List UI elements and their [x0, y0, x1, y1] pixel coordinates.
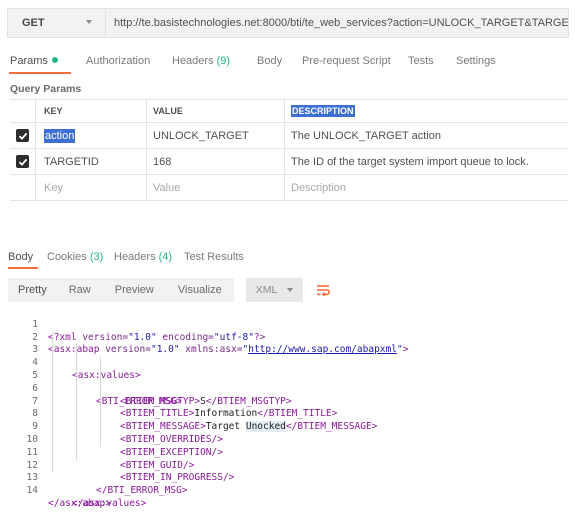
response-body-code[interactable]: 1 <?xml version="1.0" encoding="utf-8"?>… [0, 306, 575, 509]
param-key-text: action [44, 128, 76, 143]
method-label: GET [22, 17, 45, 29]
code-line: 1 <?xml version="1.0" encoding="utf-8"?> [0, 306, 575, 343]
request-bar: GET http://te.basistechnologies.net:8000… [7, 8, 569, 38]
request-tabs: Params Authorization Headers (9) Body Pr… [0, 50, 575, 76]
tab-response-headers-label: Headers [114, 251, 156, 263]
tab-tests[interactable]: Tests [408, 50, 434, 72]
status-dot-icon [51, 57, 58, 64]
view-preview-button[interactable]: Preview [103, 284, 166, 296]
tab-pre-request-script[interactable]: Pre-request Script [302, 50, 391, 72]
code-line: 9 <BTIEM_EXCEPTION/> [0, 408, 575, 458]
new-description-input[interactable]: Description [284, 175, 568, 200]
tab-authorization[interactable]: Authorization [86, 50, 150, 72]
checkmark-icon [18, 158, 27, 166]
header-key: KEY [35, 100, 146, 122]
code-line: 13 </asx:values> [0, 459, 575, 509]
code-line: 14 </asx:abap> [0, 472, 575, 509]
code-line: 5 <BTIEM_MSGTYP>S</BTIEM_MSGTYP> [0, 357, 575, 407]
tab-cookies-label: Cookies [47, 251, 87, 263]
tab-cookies[interactable]: Cookies (3) [47, 246, 103, 268]
response-tabs: Body Cookies (3) Headers (4) Test Result… [0, 246, 575, 270]
tab-test-results-label: Test Results [184, 251, 244, 263]
tab-body-label: Body [257, 55, 283, 67]
new-value-input[interactable]: Value [146, 175, 284, 200]
code-line: 2 <asx:abap version="1.0" xmlns:asx="htt… [0, 319, 575, 356]
url-input[interactable]: http://te.basistechnologies.net:8000/bti… [106, 8, 569, 38]
tab-headers[interactable]: Headers (9) [172, 50, 230, 72]
method-select[interactable]: GET [7, 8, 106, 38]
param-value[interactable]: 168 [146, 149, 284, 174]
active-response-tab-indicator [8, 267, 38, 269]
indent-guide [76, 344, 77, 358]
code-line: 11 <BTIEM_IN_PROGRESS/> [0, 433, 575, 483]
view-toggle-group: Pretty Raw Preview Visualize [8, 278, 234, 302]
tab-response-body[interactable]: Body [8, 246, 33, 268]
chevron-down-icon [86, 20, 92, 24]
row-checkbox-cell [10, 175, 35, 200]
response-toolbar: Pretty Raw Preview Visualize XML [8, 278, 335, 302]
param-key[interactable]: TARGETID [35, 149, 146, 174]
tab-response-headers[interactable]: Headers (4) [114, 246, 172, 268]
indent-guide [52, 331, 53, 345]
code-line: 3 <asx:values> [0, 331, 575, 381]
indent-guide [52, 344, 53, 358]
tab-authorization-label: Authorization [86, 55, 151, 67]
header-description: DESCRIPTION [284, 100, 568, 122]
code-line: 7 <BTIEM_MESSAGE>Target Unocked</BTIEM_M… [0, 382, 575, 433]
tab-headers-count: (9) [216, 55, 231, 67]
table-row-new: Key Value Description [10, 175, 568, 201]
chevron-down-icon [287, 288, 294, 292]
row-checkbox-cell [10, 149, 35, 174]
tab-headers-label: Headers [172, 55, 214, 67]
params-table: KEY VALUE DESCRIPTION action UNLOCK_TARG… [10, 99, 568, 201]
header-value: VALUE [146, 100, 284, 122]
format-select[interactable]: XML [245, 278, 304, 302]
wrap-lines-button[interactable] [311, 278, 335, 302]
line-number: 14 [26, 485, 38, 497]
tab-settings-label: Settings [456, 55, 496, 67]
code-line: 8 <BTIEM_OVERRIDES/> [0, 395, 575, 445]
param-value[interactable]: UNLOCK_TARGET [146, 123, 284, 148]
code-line: 10 <BTIEM_GUID/> [0, 421, 575, 471]
param-key[interactable]: action [35, 123, 146, 148]
tab-response-headers-count: (4) [158, 251, 173, 263]
table-row: TARGETID 168 The ID of the target system… [10, 149, 568, 175]
active-tab-indicator [9, 72, 71, 74]
code-line: 6 <BTIEM_TITLE>Information</BTIEM_TITLE> [0, 369, 575, 419]
tab-test-results[interactable]: Test Results [184, 246, 244, 268]
view-raw-button[interactable]: Raw [57, 284, 103, 296]
code-line: 4 <BTI_ERROR_MSG> [0, 344, 575, 407]
tab-settings[interactable]: Settings [456, 50, 496, 72]
row-checkbox-cell [10, 123, 35, 148]
param-description[interactable]: The UNLOCK_TARGET action [284, 123, 568, 148]
code-line: 12 </BTI_ERROR_MSG> [0, 446, 575, 496]
param-description[interactable]: The ID of the target system import queue… [284, 149, 568, 174]
table-header-row: KEY VALUE DESCRIPTION [10, 100, 568, 123]
tab-body[interactable]: Body [257, 50, 282, 72]
query-params-title: Query Params [10, 83, 82, 95]
header-checkbox-cell [10, 100, 35, 122]
table-row: action UNLOCK_TARGET The UNLOCK_TARGET a… [10, 123, 568, 149]
view-visualize-button[interactable]: Visualize [166, 284, 234, 296]
new-key-input[interactable]: Key [35, 175, 146, 200]
format-label: XML [255, 284, 278, 296]
tab-cookies-count: (3) [89, 251, 104, 263]
code-text: </asx:abap> [48, 497, 111, 509]
code-text: </BTI_ERROR_MSG> [96, 485, 188, 497]
wrap-lines-icon [317, 285, 331, 296]
checkbox-checked[interactable] [16, 129, 29, 142]
header-description-label: DESCRIPTION [291, 105, 355, 117]
tab-params-label: Params [10, 55, 48, 67]
view-pretty-button[interactable]: Pretty [8, 284, 57, 296]
tab-params[interactable]: Params [10, 50, 58, 72]
checkmark-icon [18, 132, 27, 140]
tab-pre-request-script-label: Pre-request Script [302, 55, 391, 67]
tab-tests-label: Tests [408, 55, 434, 67]
tab-response-body-label: Body [8, 251, 34, 263]
checkbox-checked[interactable] [16, 155, 29, 168]
